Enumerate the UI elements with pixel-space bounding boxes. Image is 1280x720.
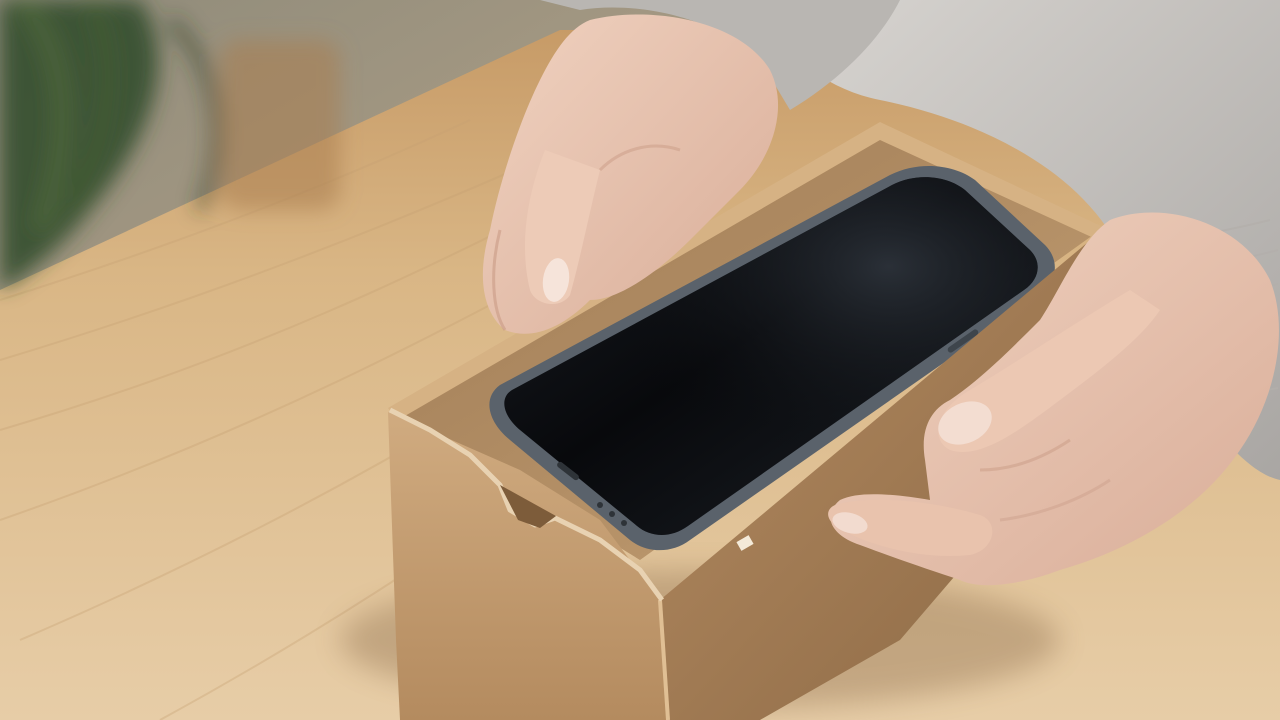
phone-speaker-dot	[609, 511, 615, 517]
phone-speaker-dot	[597, 502, 603, 508]
scene-illustration	[0, 0, 1280, 720]
phone-speaker-dot	[621, 520, 627, 526]
photo-scene	[0, 0, 1280, 720]
